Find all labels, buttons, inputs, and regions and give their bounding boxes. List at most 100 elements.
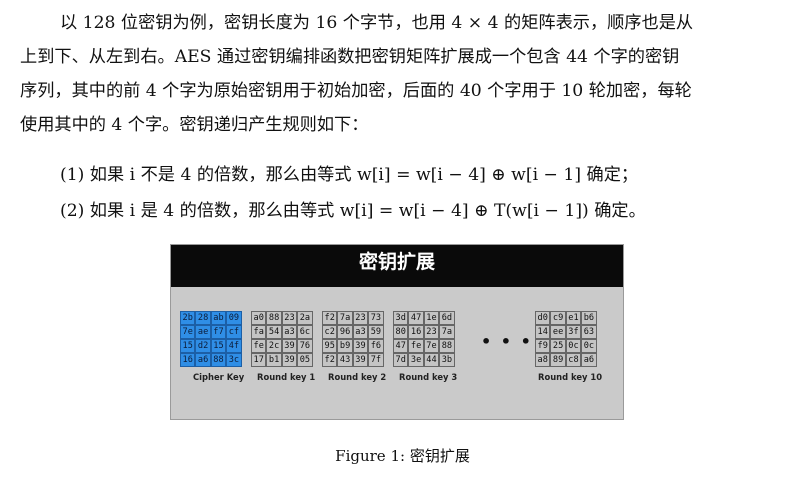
round-key-1-cell: 54 [266, 325, 282, 339]
round-key-2-cell: 59 [368, 325, 384, 339]
figure-panel: 2b 28 ab 09 7e ae f7 cf 15 d2 15 4f 16 a6 88 3c a0 88 23 2… [171, 287, 623, 419]
round-key-1-cell: 23 [281, 311, 298, 325]
round-key-3-cell: 47 [408, 311, 424, 325]
round-key-2-grid: f2 7a 23 73 c2 96 a3 59 95 b9 39 f6 f2 43 39 7f [322, 311, 384, 367]
round-key-3-cell: 3e [408, 353, 424, 367]
round-key-1-cell: 17 [251, 353, 267, 367]
round-key-2-cell: 7f [368, 353, 384, 367]
round-key-10-cell: 0c [565, 339, 582, 353]
paragraph-line-3: 序列，其中的前 4 个字为原始密钥用于初始加密，后面的 40 个字用于 10 轮… [20, 81, 692, 101]
round-key-2-cell: b9 [337, 339, 353, 353]
round-key-1-cell: b1 [266, 353, 282, 367]
figure-caption: Figure 1: 密钥扩展 [335, 447, 470, 465]
round-key-1-cell: 05 [297, 353, 313, 367]
cipher-key-cell: 15 [210, 339, 227, 353]
round-key-2-cell: 23 [352, 311, 369, 325]
round-key-10-cell: d0 [535, 311, 551, 325]
paragraph-line-1: 以 128 位密钥为例，密钥长度为 16 个字节，也用 4 × 4 的矩阵表示，… [60, 13, 694, 33]
round-key-10-cell: c9 [550, 311, 566, 325]
round-key-2-cell: a3 [352, 325, 369, 339]
round-key-10-cell: f9 [535, 339, 551, 353]
round-key-10-cell: c8 [565, 353, 582, 367]
round-key-10-cell: 89 [550, 353, 566, 367]
round-key-3-grid: 3d 47 1e 6d 80 16 23 7a 47 fe 7e 88 7d 3e 44 3b [393, 311, 455, 367]
round-key-1-cell: 2c [266, 339, 282, 353]
round-key-1-cell: fe [251, 339, 267, 353]
figure-title: 密钥扩展 [171, 245, 623, 287]
cipher-key-cell: f7 [210, 325, 227, 339]
round-key-3-cell: 80 [393, 325, 409, 339]
cipher-key-cell: 3c [226, 353, 242, 367]
cipher-key-cell: cf [226, 325, 242, 339]
body-paragraph: 以 128 位密钥为例，密钥长度为 16 个字节，也用 4 × 4 的矩阵表示，… [20, 6, 790, 142]
cipher-key-cell: d2 [195, 339, 211, 353]
cipher-key-cell: 16 [180, 353, 196, 367]
cipher-key-cell: 15 [180, 339, 196, 353]
round-key-2-cell: f6 [368, 339, 384, 353]
round-key-10-cell: e1 [565, 311, 582, 325]
round-key-2-cell: f2 [322, 311, 338, 325]
round-key-1-cell: a0 [251, 311, 267, 325]
round-key-2-label: Round key 2 [328, 372, 387, 382]
round-key-1-cell: 88 [266, 311, 282, 325]
rule-multiple-of-4: (2) 如果 i 是 4 的倍数，那么由等式 w[i] = w[i − 4] ⊕… [60, 201, 646, 221]
round-key-2-cell: 7a [337, 311, 353, 325]
round-key-3-cell: 23 [423, 325, 440, 339]
round-key-3-label: Round key 3 [399, 372, 458, 382]
round-key-10-cell: ee [550, 325, 566, 339]
round-key-10-cell: b6 [581, 311, 597, 325]
round-key-3-cell: 3d [393, 311, 409, 325]
round-key-10-grid: d0 c9 e1 b6 14 ee 3f 63 f9 25 0c 0c a8 89 c8 a6 [535, 311, 597, 367]
round-key-3-cell: 47 [393, 339, 409, 353]
rule-not-multiple-of-4: (1) 如果 i 不是 4 的倍数，那么由等式 w[i] = w[i − 4] … [60, 165, 639, 185]
round-key-3-cell: 16 [408, 325, 424, 339]
round-key-2-cell: c2 [322, 325, 338, 339]
round-key-1-cell: 2a [297, 311, 313, 325]
paragraph-line-2: 上到下、从左到右。AES 通过密钥编排函数把密钥矩阵扩展成一个包含 44 个字的… [20, 47, 680, 67]
round-key-2-cell: 39 [352, 339, 369, 353]
round-key-1-label: Round key 1 [257, 372, 316, 382]
round-key-2-cell: 73 [368, 311, 384, 325]
cipher-key-cell: 4f [226, 339, 242, 353]
round-key-1-cell: 39 [281, 339, 298, 353]
key-expansion-figure: 密钥扩展 2b 28 ab 09 7e ae f7 cf 15 d2 15 4f 16 a6 88 3c a0… [170, 244, 624, 420]
round-key-10-cell: 25 [550, 339, 566, 353]
ellipsis: • • • [481, 332, 533, 351]
round-key-1-cell: 39 [281, 353, 298, 367]
cipher-key-cell: ab [210, 311, 227, 325]
cipher-key-cell: 7e [180, 325, 196, 339]
round-key-3-cell: 6d [439, 311, 455, 325]
round-key-2-cell: f2 [322, 353, 338, 367]
round-key-10-cell: 3f [565, 325, 582, 339]
round-key-3-cell: fe [408, 339, 424, 353]
cipher-key-cell: a6 [195, 353, 211, 367]
cipher-key-label: Cipher Key [193, 372, 245, 382]
round-key-3-cell: 7e [423, 339, 440, 353]
round-key-1-cell: a3 [281, 325, 298, 339]
round-key-3-cell: 88 [439, 339, 455, 353]
round-key-3-cell: 7a [439, 325, 455, 339]
round-key-3-cell: 7d [393, 353, 409, 367]
paragraph-line-4: 使用其中的 4 个字。密钥递归产生规则如下： [20, 115, 369, 135]
cipher-key-cell: 28 [195, 311, 211, 325]
cipher-key-cell: 88 [210, 353, 227, 367]
round-key-10-cell: a6 [581, 353, 597, 367]
round-key-2-cell: 43 [337, 353, 353, 367]
cipher-key-cell: ae [195, 325, 211, 339]
round-key-10-cell: 63 [581, 325, 597, 339]
round-key-3-cell: 44 [423, 353, 440, 367]
round-key-2-cell: 39 [352, 353, 369, 367]
round-key-10-label: Round key 10 [538, 372, 603, 382]
round-key-10-cell: a8 [535, 353, 551, 367]
cipher-key-grid: 2b 28 ab 09 7e ae f7 cf 15 d2 15 4f 16 a6 88 3c [180, 311, 242, 367]
round-key-3-cell: 1e [423, 311, 440, 325]
round-key-1-cell: fa [251, 325, 267, 339]
round-key-10-cell: 0c [581, 339, 597, 353]
cipher-key-cell: 09 [226, 311, 242, 325]
round-key-2-cell: 96 [337, 325, 353, 339]
round-key-10-cell: 14 [535, 325, 551, 339]
round-key-2-cell: 95 [322, 339, 338, 353]
round-key-1-cell: 76 [297, 339, 313, 353]
round-key-1-cell: 6c [297, 325, 313, 339]
cipher-key-cell: 2b [180, 311, 196, 325]
